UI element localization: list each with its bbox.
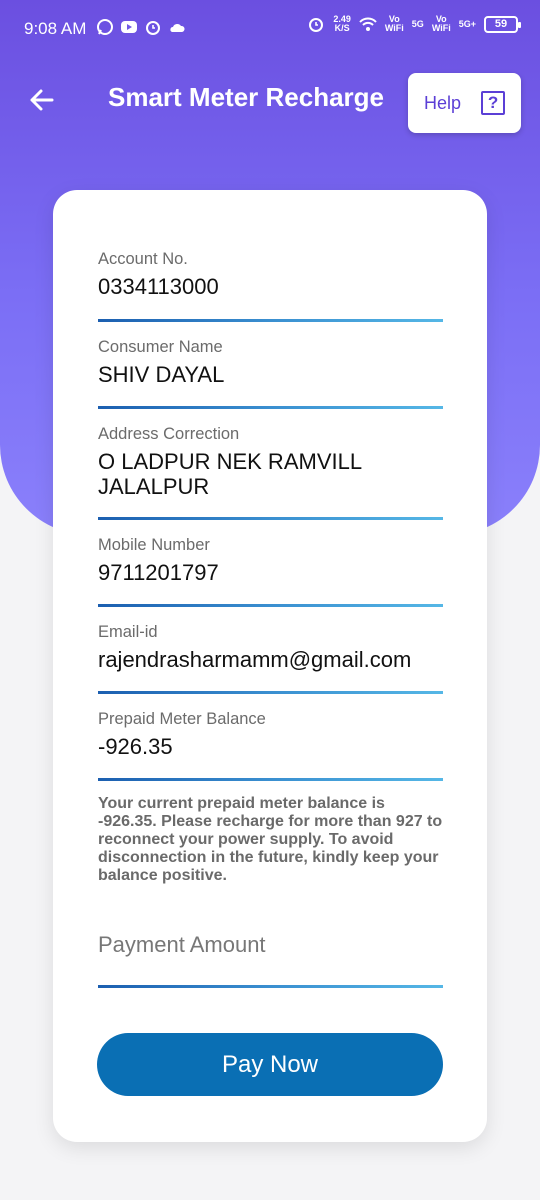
vowifi-2-label: Vo WiFi — [431, 14, 451, 33]
field-value: 0334113000 — [98, 274, 219, 299]
battery-icon: 59 — [484, 15, 521, 33]
consumer-name-field: Consumer Name SHIV DAYAL — [98, 338, 442, 387]
alarm-icon — [146, 21, 160, 35]
notification-icons — [96, 18, 186, 36]
help-button[interactable]: Help ? — [408, 73, 521, 133]
status-bar: 9:08 AM 2.49 K/S Vo WiFi 5G Vo WiFi 5G+ … — [0, 0, 540, 58]
field-value: SHIV DAYAL — [98, 362, 225, 387]
field-underline — [98, 604, 443, 607]
question-icon: ? — [481, 91, 506, 115]
field-label: Consumer Name — [98, 338, 223, 356]
field-label: Mobile Number — [98, 536, 210, 554]
recharge-form-card: Account No. 0334113000 Consumer Name SHI… — [53, 190, 487, 1142]
field-underline — [98, 985, 443, 988]
help-label: Help — [424, 92, 462, 113]
youtube-icon — [121, 21, 137, 33]
field-value: rajendrasharmamm@gmail.com — [98, 647, 412, 672]
field-underline — [98, 517, 443, 520]
system-icons: 2.49 K/S Vo WiFi 5G Vo WiFi 5G+ 59 — [307, 14, 521, 33]
field-label: Account No. — [98, 250, 188, 268]
payment-amount-input[interactable] — [98, 925, 443, 965]
whatsapp-icon — [97, 19, 113, 35]
field-underline — [98, 319, 443, 322]
signal-1: 5G — [411, 18, 424, 29]
page-title: Smart Meter Recharge — [108, 82, 384, 112]
field-value: -926.35 — [98, 734, 173, 759]
email-field: Email-id rajendrasharmamm@gmail.com — [98, 623, 448, 672]
field-underline — [98, 691, 443, 694]
field-underline — [98, 778, 443, 781]
field-label: Email-id — [98, 623, 158, 641]
field-value: O LADPUR NEK RAMVILL JALALPUR — [98, 449, 362, 499]
field-label: Prepaid Meter Balance — [98, 710, 266, 728]
balance-notice: Your current prepaid meter balance is -9… — [98, 795, 443, 884]
address-field: Address Correction O LADPUR NEK RAMVILL … — [98, 425, 398, 499]
wifi-icon — [359, 17, 377, 31]
alarm-icon — [309, 18, 324, 32]
account-number-field: Account No. 0334113000 — [98, 250, 442, 299]
vowifi-1-label: Vo WiFi — [384, 14, 404, 33]
network-speed: 2.49 K/S — [333, 14, 351, 33]
cloud-icon — [170, 23, 185, 32]
status-time: 9:08 AM — [24, 19, 87, 38]
field-value: 9711201797 — [98, 560, 219, 585]
field-label: Address Correction — [98, 425, 240, 443]
pay-now-button[interactable]: Pay Now — [97, 1033, 443, 1096]
signal-2: 5G+ — [458, 18, 476, 29]
mobile-number-field: Mobile Number 9711201797 — [98, 536, 442, 585]
field-underline — [98, 406, 443, 409]
top-bar: Smart Meter Recharge Help ? — [0, 70, 540, 134]
back-arrow-icon[interactable] — [22, 80, 62, 120]
meter-balance-field: Prepaid Meter Balance -926.35 — [98, 710, 442, 759]
